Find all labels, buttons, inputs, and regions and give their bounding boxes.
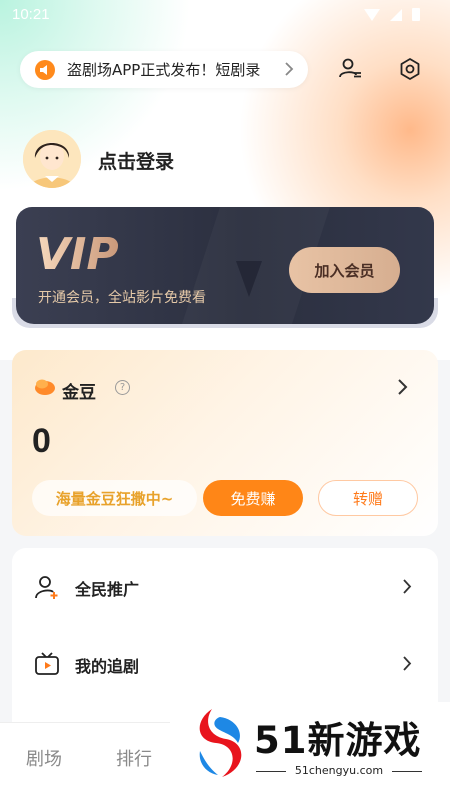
vip-card[interactable]: VIP 开通会员，全站影片免费看 加入会员 bbox=[16, 207, 434, 324]
earn-free-button[interactable]: 免费赚 bbox=[203, 480, 303, 516]
user-add-icon bbox=[35, 576, 58, 599]
chevron-right-icon bbox=[402, 655, 412, 676]
avatar[interactable] bbox=[23, 130, 81, 188]
gold-bean-icon bbox=[35, 379, 55, 395]
watermark-title: 51新游戏 bbox=[254, 719, 422, 762]
gold-detail-chevron-icon[interactable] bbox=[397, 378, 408, 400]
user-list-icon[interactable] bbox=[337, 56, 363, 82]
signal-icon bbox=[390, 8, 402, 21]
tab-theater[interactable]: 剧场 bbox=[26, 745, 62, 771]
menu-item-promotion[interactable]: 全民推广 bbox=[12, 556, 438, 616]
status-bar: 10:21 bbox=[0, 0, 450, 32]
transfer-button[interactable]: 转赠 bbox=[318, 480, 418, 516]
megaphone-icon bbox=[35, 59, 55, 80]
gold-title: 金豆 bbox=[62, 383, 96, 403]
vip-subtitle: 开通会员，全站影片免费看 bbox=[38, 290, 206, 306]
menu-item-label: 我的追剧 bbox=[75, 657, 140, 676]
vip-logo-text: VIP bbox=[36, 231, 119, 275]
battery-icon bbox=[412, 8, 420, 21]
status-time: 10:21 bbox=[12, 6, 50, 23]
watermark-divider bbox=[392, 771, 422, 772]
gold-balance: 0 bbox=[32, 422, 51, 460]
chevron-right-icon bbox=[284, 61, 294, 81]
login-prompt[interactable]: 点击登录 bbox=[98, 147, 174, 174]
chevron-right-icon bbox=[402, 578, 412, 599]
watermark-logo-icon bbox=[199, 709, 242, 777]
site-watermark: 51新游戏 51chengyu.com bbox=[170, 702, 450, 800]
vip-logo: VIP bbox=[36, 231, 119, 275]
menu-item-my-series[interactable]: 我的追剧 bbox=[12, 633, 438, 693]
gold-promo-badge: 海量金豆狂撒中~ bbox=[32, 480, 197, 516]
tv-play-icon bbox=[35, 652, 59, 675]
help-icon[interactable]: ? bbox=[115, 380, 130, 395]
play-decoration-icon bbox=[236, 261, 262, 297]
menu-item-label: 全民推广 bbox=[75, 580, 140, 599]
gold-bean-card: 金豆 ? 0 海量金豆狂撒中~ 免费赚 转赠 bbox=[12, 350, 438, 536]
announcement-bar[interactable]: 盗剧场APP正式发布！短剧录 bbox=[20, 51, 308, 88]
wifi-icon bbox=[364, 8, 380, 21]
join-vip-button[interactable]: 加入会员 bbox=[289, 247, 400, 293]
status-icons bbox=[364, 8, 420, 21]
announcement-text: 盗剧场APP正式发布！短剧录 bbox=[67, 61, 261, 79]
settings-icon[interactable] bbox=[397, 56, 423, 82]
tab-ranking[interactable]: 排行 bbox=[116, 745, 152, 771]
